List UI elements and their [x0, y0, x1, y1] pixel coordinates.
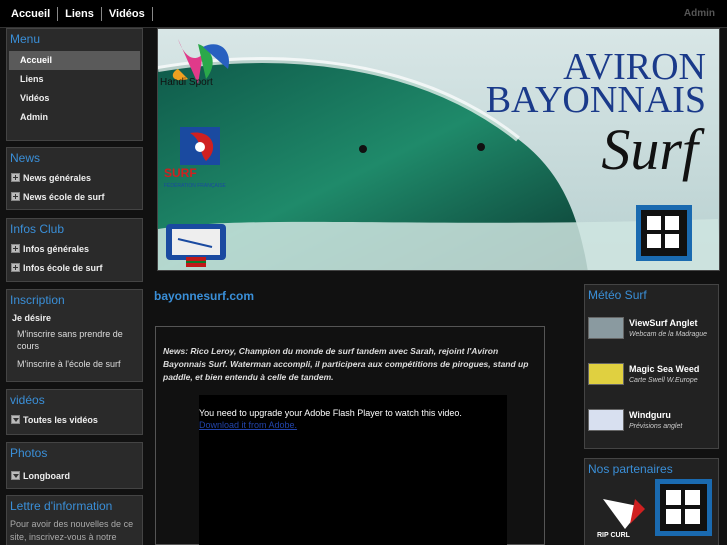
- toutes-videos-label: Toutes les vidéos: [23, 414, 98, 425]
- chevron-down-icon: [11, 415, 20, 424]
- chevron-down-icon: [11, 471, 20, 480]
- newsletter-text-line2: site, inscrivez-vous à notre: [10, 532, 117, 542]
- newsletter-title: Lettre d'information: [10, 499, 113, 513]
- ffs-sub-text: FÉDÉRATION FRANÇAISE: [164, 182, 227, 189]
- flash-message: You need to upgrade your Adobe Flash Pla…: [199, 408, 462, 418]
- banner-title-line3: Surf: [601, 117, 705, 182]
- flash-video-player[interactable]: You need to upgrade your Adobe Flash Pla…: [199, 395, 507, 545]
- magicseaweed-thumbnail: [588, 363, 624, 385]
- handisport-text: Handi Sport: [160, 77, 213, 88]
- inscription-ecole[interactable]: M'inscrire à l'école de surf: [7, 356, 142, 372]
- banner-image: Handi Sport SURF FÉDÉRATION FRANÇAISE AV…: [158, 29, 719, 270]
- top-nav-accueil[interactable]: Accueil: [4, 7, 59, 21]
- ffs-logo: [180, 127, 220, 165]
- top-admin-link[interactable]: Admin: [684, 8, 715, 19]
- magicseaweed-title: Magic Sea Weed: [629, 364, 700, 374]
- longboard-label: Longboard: [23, 470, 70, 481]
- inscription-box: Inscription Je désire M'inscrire sans pr…: [6, 289, 143, 382]
- menu-item-admin[interactable]: Admin: [9, 108, 140, 127]
- partners-title: Nos partenaires: [588, 462, 673, 476]
- plus-icon: [11, 263, 20, 272]
- top-bar: Accueil Liens Vidéos Admin: [0, 0, 727, 28]
- menu-box: Menu Accueil Liens Vidéos Admin: [6, 28, 143, 141]
- site-link[interactable]: bayonnesurf.com: [154, 289, 254, 303]
- viewsurf-sub: Webcam de la Madrague: [629, 331, 708, 338]
- photos-title: Photos: [10, 446, 48, 460]
- inscription-title: Inscription: [10, 293, 65, 307]
- news-generales-label: News générales: [23, 172, 92, 183]
- top-nav-videos[interactable]: Vidéos: [102, 7, 153, 21]
- menu-item-videos[interactable]: Vidéos: [9, 89, 140, 108]
- menu-title: Menu: [10, 32, 41, 46]
- newsletter-box: Lettre d'information Pour avoir des nouv…: [6, 495, 143, 545]
- header-banner: Handi Sport SURF FÉDÉRATION FRANÇAISE AV…: [157, 28, 720, 271]
- menu-item-accueil[interactable]: Accueil: [9, 51, 140, 70]
- infos-ecole-label: Infos école de surf: [23, 262, 103, 273]
- infos-ecole-link[interactable]: Infos école de surf: [7, 258, 142, 277]
- infos-box: Infos Club Infos générales Infos école d…: [6, 218, 143, 282]
- news-box: News News générales News école de surf: [6, 147, 143, 210]
- news-generales-link[interactable]: News générales: [7, 168, 142, 187]
- magicseaweed-sub: Carte Swell W.Europe: [629, 377, 698, 384]
- ffs-surf-text: SURF: [164, 166, 197, 180]
- ripcurl-text: RIP CURL: [597, 532, 631, 539]
- partners-box: Nos partenaires RIP CURL: [584, 458, 719, 545]
- ripcurl-logo[interactable]: RIP CURL: [595, 491, 651, 539]
- plus-icon: [11, 173, 20, 182]
- viewsurf-link[interactable]: ViewSurf Anglet Webcam de la Madrague: [585, 305, 718, 351]
- inscription-sans-cours[interactable]: M'inscrire sans prendre de cours: [7, 326, 142, 354]
- partners-logos-image: RIP CURL: [595, 479, 712, 539]
- meteo-box: Météo Surf ViewSurf Anglet Webcam de la …: [584, 284, 719, 449]
- news-ecole-label: News école de surf: [23, 191, 105, 202]
- windguru-thumbnail: [588, 409, 624, 431]
- plus-icon: [11, 244, 20, 253]
- meteo-title: Météo Surf: [588, 288, 647, 302]
- news-title: News: [10, 151, 41, 165]
- news-ecole-link[interactable]: News école de surf: [7, 187, 142, 206]
- videos-title: vidéos: [10, 393, 45, 407]
- videos-box: vidéos Toutes les vidéos: [6, 389, 143, 435]
- news-body: News: Rico Leroy, Champion du monde de s…: [163, 346, 529, 382]
- inscription-label: Je désire: [12, 313, 52, 323]
- infos-generales-label: Infos générales: [23, 243, 90, 254]
- right-sidebar: Météo Surf ViewSurf Anglet Webcam de la …: [584, 284, 719, 545]
- hoff-partner-logo[interactable]: [655, 479, 712, 536]
- windguru-link[interactable]: Windguru Prévisions anglet: [585, 397, 718, 443]
- infos-title: Infos Club: [10, 222, 65, 236]
- magicseaweed-link[interactable]: Magic Sea Weed Carte Swell W.Europe: [585, 351, 718, 397]
- flash-download-link[interactable]: Download it from Adobe.: [199, 420, 297, 430]
- windguru-title: Windguru: [629, 410, 671, 420]
- menu-item-liens[interactable]: Liens: [9, 70, 140, 89]
- photos-box: Photos Longboard: [6, 442, 143, 489]
- viewsurf-thumbnail: [588, 317, 624, 339]
- newsletter-text: Pour avoir des nouvelles de ce site, ins…: [7, 516, 142, 545]
- left-sidebar: Menu Accueil Liens Vidéos Admin News New…: [6, 28, 143, 545]
- newsletter-text-line1: Pour avoir des nouvelles de ce: [10, 519, 134, 529]
- news-feature-box: News: Rico Leroy, Champion du monde de s…: [155, 326, 545, 545]
- top-nav: Accueil Liens Vidéos: [4, 0, 153, 28]
- top-nav-liens[interactable]: Liens: [58, 7, 102, 21]
- partners-logos: RIP CURL: [585, 479, 718, 545]
- hoff-logo: [636, 205, 692, 261]
- plus-icon: [11, 192, 20, 201]
- longboard-link[interactable]: Longboard: [7, 466, 142, 485]
- windguru-sub: Prévisions anglet: [629, 423, 683, 430]
- banner-title-line2: BAYONNAIS: [486, 79, 706, 121]
- infos-generales-link[interactable]: Infos générales: [7, 239, 142, 258]
- viewsurf-title: ViewSurf Anglet: [629, 318, 698, 328]
- toutes-videos-link[interactable]: Toutes les vidéos: [7, 410, 142, 429]
